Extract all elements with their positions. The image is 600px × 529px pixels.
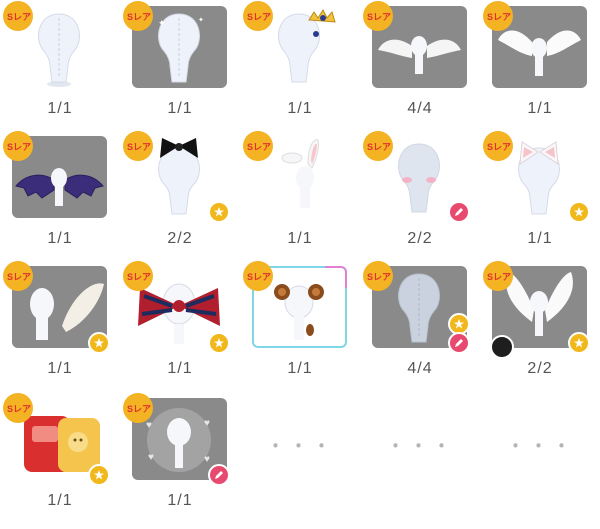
item-count: 2/2 <box>167 230 193 247</box>
rarity-badge-text: Sレア <box>487 272 511 282</box>
pencil-badge-icon <box>448 201 470 223</box>
rarity-badge-text: Sレア <box>7 404 31 414</box>
svg-text:✦: ✦ <box>158 18 166 28</box>
star-badge-icon <box>568 332 590 354</box>
more-placeholder: ・・・ <box>385 436 455 458</box>
star-badge-icon <box>88 332 110 354</box>
star-badge-icon <box>208 332 230 354</box>
star-badge-icon <box>208 201 230 223</box>
pencil-badge-icon <box>208 464 230 486</box>
rarity-badge-icon: Sレア <box>123 393 153 423</box>
item-count: 1/1 <box>527 100 553 117</box>
item-count: 1/1 <box>167 492 193 509</box>
rarity-badge-text: Sレア <box>7 12 31 22</box>
rarity-badge-text: Sレア <box>487 12 511 22</box>
rarity-badge-icon: Sレア <box>483 131 513 161</box>
rarity-badge-icon: Sレア <box>123 261 153 291</box>
item-count: 1/1 <box>47 492 73 509</box>
item-count: 2/2 <box>527 360 553 377</box>
item-count: 4/4 <box>407 100 433 117</box>
svg-text:♥: ♥ <box>204 418 210 429</box>
rarity-badge-text: Sレア <box>127 272 151 282</box>
rarity-badge-text: Sレア <box>247 12 271 22</box>
rarity-badge-icon: Sレア <box>243 131 273 161</box>
status-dot-icon <box>490 335 514 359</box>
rarity-badge-icon: Sレア <box>3 393 33 423</box>
empty-cell: ・・・ <box>240 392 360 522</box>
item-count: 1/1 <box>167 100 193 117</box>
more-placeholder: ・・・ <box>505 436 575 458</box>
rarity-badge-text: Sレア <box>247 142 271 152</box>
empty-cell: ・・・ <box>360 392 480 522</box>
item-count: 1/1 <box>47 100 73 117</box>
rarity-badge-icon: Sレア <box>363 1 393 31</box>
rarity-badge-text: Sレア <box>7 272 31 282</box>
rarity-badge-icon: Sレア <box>243 261 273 291</box>
rarity-badge-icon: Sレア <box>123 131 153 161</box>
item-grid: 1/1 ✦ ✦ 1/1 1/1 4/4 1/1 1/1 2/2 1/1 2/2 … <box>0 0 600 529</box>
rarity-badge-icon: Sレア <box>363 131 393 161</box>
rarity-badge-text: Sレア <box>367 12 391 22</box>
rarity-badge-icon: Sレア <box>123 1 153 31</box>
rarity-badge-text: Sレア <box>7 142 31 152</box>
rarity-badge-text: Sレア <box>367 272 391 282</box>
more-placeholder: ・・・ <box>265 436 335 458</box>
item-count: 1/1 <box>287 360 313 377</box>
rarity-badge-text: Sレア <box>127 142 151 152</box>
svg-text:♥: ♥ <box>204 454 210 465</box>
star-badge-icon <box>88 464 110 486</box>
item-count: 1/1 <box>287 100 313 117</box>
rarity-badge-icon: Sレア <box>363 261 393 291</box>
rarity-badge-text: Sレア <box>367 142 391 152</box>
rarity-badge-icon: Sレア <box>243 1 273 31</box>
item-count: 1/1 <box>47 360 73 377</box>
item-count: 4/4 <box>407 360 433 377</box>
rarity-badge-icon: Sレア <box>483 1 513 31</box>
rarity-badge-icon: Sレア <box>483 261 513 291</box>
rarity-badge-icon: Sレア <box>3 261 33 291</box>
item-count: 2/2 <box>407 230 433 247</box>
rarity-badge-icon: Sレア <box>3 1 33 31</box>
rarity-badge-icon: Sレア <box>3 131 33 161</box>
svg-text:♥: ♥ <box>148 452 154 463</box>
svg-text:✦: ✦ <box>198 16 204 24</box>
rarity-badge-text: Sレア <box>247 272 271 282</box>
empty-cell: ・・・ <box>480 392 600 522</box>
rarity-badge-text: Sレア <box>487 142 511 152</box>
rarity-badge-text: Sレア <box>127 12 151 22</box>
star-badge-icon <box>568 201 590 223</box>
item-count: 1/1 <box>167 360 193 377</box>
item-count: 1/1 <box>47 230 73 247</box>
item-count: 1/1 <box>287 230 313 247</box>
pencil-badge-icon <box>448 332 470 354</box>
item-count: 1/1 <box>527 230 553 247</box>
rarity-badge-text: Sレア <box>127 404 151 414</box>
